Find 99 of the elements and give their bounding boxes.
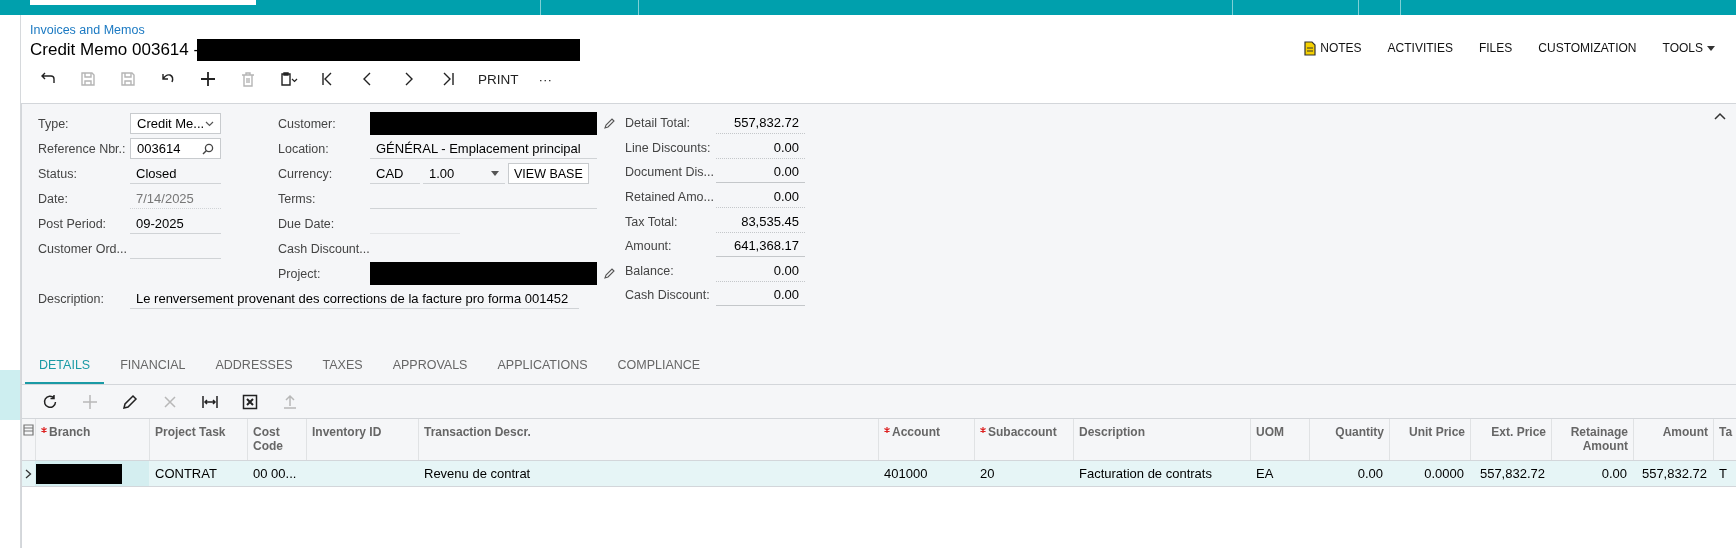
column-header[interactable]: Ta: [1719, 425, 1733, 439]
tab[interactable]: TAXES: [308, 344, 377, 384]
more-button[interactable]: ···: [528, 66, 562, 92]
column-header[interactable]: Inventory ID: [312, 425, 382, 439]
edit-icon[interactable]: [603, 117, 615, 130]
reference-field[interactable]: 003614: [130, 138, 221, 159]
value-field: 7/14/2025: [130, 188, 221, 209]
row-expand-icon[interactable]: [25, 468, 32, 479]
spreadsheet-icon[interactable]: [241, 392, 259, 411]
refresh-icon[interactable]: [41, 392, 59, 411]
column-header[interactable]: UOM: [1256, 425, 1284, 439]
field-label: Tax Total:: [625, 214, 679, 229]
column-header[interactable]: Subaccount: [988, 425, 1057, 439]
column-header[interactable]: Description: [1079, 425, 1145, 439]
breadcrumb-link[interactable]: Invoices and Memos: [30, 23, 145, 37]
tab[interactable]: COMPLIANCE: [603, 344, 715, 384]
table-cell: 0.0000: [1424, 466, 1464, 481]
column-header[interactable]: Amount: [1662, 425, 1708, 439]
column-header[interactable]: Quantity: [1335, 425, 1384, 439]
view-base-button[interactable]: VIEW BASE: [508, 163, 589, 184]
value-field: GÉNÉRAL - Emplacement principal: [370, 138, 597, 159]
table-cell: T: [1719, 466, 1727, 481]
table-cell: CONTRAT: [155, 466, 217, 481]
field-label: Terms:: [278, 191, 317, 206]
field-label: Post Period:: [38, 216, 108, 231]
table-cell: 0.00: [1601, 466, 1627, 481]
column-header[interactable]: Unit Price: [1409, 425, 1465, 439]
field-label: Due Date:: [278, 216, 336, 231]
table-cell: EA: [1256, 466, 1274, 481]
tab[interactable]: APPROVALS: [378, 344, 482, 384]
tools-menu-button[interactable]: TOOLS: [1649, 41, 1728, 55]
field-label: Type:: [38, 116, 70, 131]
header-action-button[interactable]: CUSTOMIZATION: [1525, 41, 1650, 55]
table-cell: 557,832.72: [1479, 466, 1545, 481]
caret-icon: [491, 170, 499, 176]
total-value: 0.00: [716, 186, 805, 209]
column-header[interactable]: Ext. Price: [1491, 425, 1546, 439]
column-header[interactable]: Branch: [49, 425, 91, 439]
pencil-icon[interactable]: [121, 392, 139, 411]
field-label: Cash Discount...: [278, 241, 370, 256]
total-value: 0.00: [716, 161, 805, 184]
table-cell: 401000: [884, 466, 928, 481]
table-cell: 557,832.72: [1641, 466, 1707, 481]
chevron-down-icon: [205, 120, 214, 127]
tab[interactable]: FINANCIAL: [106, 344, 200, 384]
header-action-button[interactable]: ACTIVITIES: [1374, 41, 1466, 55]
field-label: Customer:: [278, 116, 337, 131]
clipboard-icon[interactable]: [278, 70, 298, 88]
tab[interactable]: ADDRESSES: [201, 344, 307, 384]
field-label: Customer Ord...: [38, 241, 128, 256]
total-value: 0.00: [716, 259, 805, 282]
edit-icon[interactable]: [603, 267, 615, 280]
field-label: Date:: [38, 191, 69, 206]
type-dropdown[interactable]: Credit Me...: [130, 113, 221, 134]
field-label: Reference Nbr.:: [38, 141, 127, 156]
table-cell: Facturation de contrats: [1079, 466, 1212, 481]
field-label: Status:: [38, 166, 78, 181]
print-button[interactable]: PRINT: [468, 66, 529, 92]
table-cell: 00 00...: [253, 466, 297, 481]
field-label: Amount:: [625, 239, 673, 254]
field-label: Location:: [278, 141, 330, 156]
table-cell: 20: [980, 466, 995, 481]
field-label: Retained Amo...: [625, 190, 715, 205]
search-icon[interactable]: [202, 142, 214, 155]
plus-icon[interactable]: [198, 70, 218, 88]
tab[interactable]: APPLICATIONS: [483, 344, 602, 384]
column-header[interactable]: Project Task: [155, 425, 226, 439]
field-label: Document Dis...: [625, 165, 715, 180]
rate-dropdown[interactable]: 1.00: [423, 163, 505, 184]
page-title: Credit Memo 003614 -: [30, 40, 200, 60]
collapse-icon[interactable]: [1714, 112, 1726, 120]
column-header[interactable]: Transaction Descr.: [424, 425, 531, 439]
value-field: 09-2025: [130, 213, 221, 234]
currency-field[interactable]: CAD: [370, 163, 420, 184]
total-value: 0.00: [716, 136, 805, 159]
note-icon: [1304, 40, 1317, 56]
value-field: Closed: [130, 163, 221, 184]
total-value: 83,535.45: [716, 210, 805, 233]
table-cell: 0.00: [1357, 466, 1383, 481]
caret-icon: [1707, 45, 1715, 51]
column-settings-icon[interactable]: [23, 424, 34, 436]
field-label: Description:: [38, 291, 105, 306]
field-label: Detail Total:: [625, 116, 692, 131]
description-field: Le renversement provenant des corrections de la facture pro forma 001452: [130, 288, 579, 309]
column-header[interactable]: Cost Code: [253, 425, 301, 453]
field-label: Currency:: [278, 166, 334, 181]
total-value: 557,832.72: [716, 112, 805, 135]
column-header[interactable]: Retainage Amount: [1557, 425, 1628, 453]
header-action-button[interactable]: FILES: [1465, 41, 1526, 55]
column-header[interactable]: Account: [892, 425, 940, 439]
total-value: 641,368.17: [716, 235, 805, 258]
field-label: Balance:: [625, 263, 675, 278]
sidebar-highlight: [0, 370, 20, 420]
table-cell: Revenu de contrat: [424, 466, 531, 481]
field-label: Cash Discount:: [625, 288, 711, 303]
field-label: Line Discounts:: [625, 140, 712, 155]
field-label: Project:: [278, 266, 322, 281]
total-value: 0.00: [716, 284, 805, 307]
notes-button[interactable]: NOTES: [1291, 40, 1375, 56]
